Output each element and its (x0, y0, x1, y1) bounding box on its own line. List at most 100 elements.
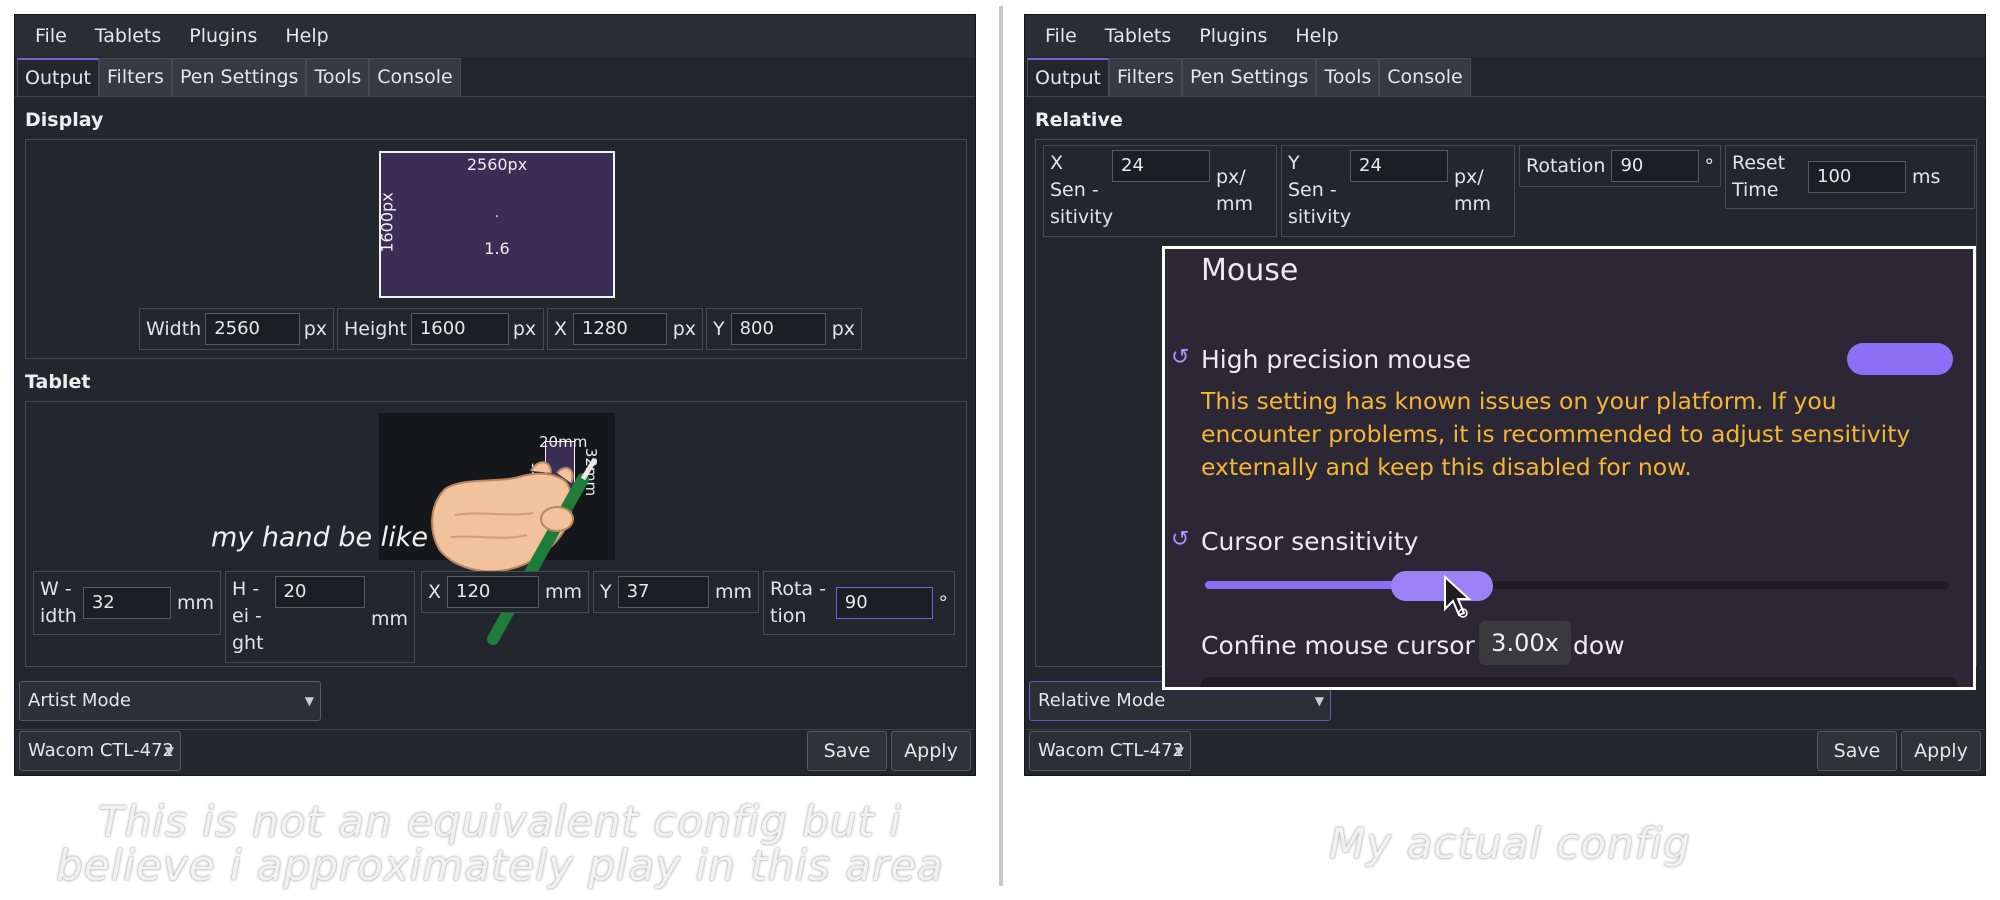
hand-holding-pen-image (431, 457, 598, 645)
tab-console[interactable]: Console (1379, 58, 1471, 96)
chevron-down-icon: ▼ (164, 744, 174, 758)
reset-time-unit: ms (1912, 166, 1941, 188)
display-width-label: 2560px (466, 155, 528, 174)
menu-help[interactable]: Help (1281, 15, 1352, 57)
display-section-title: Display (25, 109, 104, 131)
reset-time-text: Reset Time (1732, 152, 1786, 201)
device-select[interactable]: Wacom CTL-472 ▼ (19, 731, 181, 771)
tab-console[interactable]: Console (369, 58, 461, 96)
relative-rotation-field: Rotation 90 ° (1519, 145, 1721, 187)
display-x-text: X (554, 318, 568, 340)
reset-icon[interactable]: ↺ (1171, 527, 1189, 552)
tablet-rotation-field: Rota - tion 90 ° (763, 571, 955, 635)
tablet-height-input[interactable]: 20 (274, 576, 365, 608)
relative-rotation-input[interactable]: 90 (1611, 150, 1699, 182)
y-sensitivity-input[interactable]: 24 (1350, 150, 1448, 182)
tablet-x-field: X 120 mm (421, 571, 589, 613)
tablet-width-input[interactable]: 32 (82, 587, 171, 619)
display-y-input[interactable]: 800 (730, 313, 826, 345)
menu-file[interactable]: File (21, 15, 81, 57)
confine-cursor-label-tail: dow (1573, 631, 1625, 660)
tablet-x-input[interactable]: 120 (447, 576, 539, 608)
tablet-rotation-unit: ° (938, 592, 949, 614)
menu-tablets[interactable]: Tablets (81, 15, 175, 57)
tab-tools[interactable]: Tools (306, 58, 370, 96)
y-sensitivity-unit: px/ mm (1454, 166, 1492, 215)
left-config-window: File Tablets Plugins Help Output Filters… (14, 14, 976, 776)
menu-plugins[interactable]: Plugins (1185, 15, 1281, 57)
tab-pen-settings[interactable]: Pen Settings (1181, 58, 1317, 96)
y-sensitivity-text: Y Sen - sitivity (1288, 152, 1352, 228)
tablet-y-field: Y 37 mm (593, 571, 759, 613)
mode-select-value: Relative Mode (1038, 690, 1166, 711)
display-x-input[interactable]: 1280 (573, 313, 667, 345)
mouse-pointer-icon (1444, 575, 1472, 618)
tablet-width-unit: mm (176, 592, 214, 614)
menu-file[interactable]: File (1031, 15, 1091, 57)
confine-cursor-label: Confine mouse cursor (1201, 631, 1475, 660)
footer-divider (1025, 729, 1985, 730)
device-select[interactable]: Wacom CTL-472 ▼ (1029, 731, 1191, 771)
x-sensitivity-unit: px/ mm (1216, 166, 1254, 215)
reset-icon[interactable]: ↺ (1171, 345, 1189, 370)
tab-output[interactable]: Output (17, 58, 99, 96)
menubar: File Tablets Plugins Help (1025, 15, 1985, 57)
tablet-rotation-input[interactable]: 90 (835, 587, 933, 619)
mouse-settings-overlay: Mouse ↺ High precision mouse This settin… (1162, 246, 1976, 690)
display-ratio-label: 1.6 (484, 239, 510, 258)
high-precision-label: High precision mouse (1201, 345, 1472, 374)
display-x-unit: px (672, 318, 696, 340)
hand-caption: my hand be like (211, 522, 428, 553)
panel-divider (999, 6, 1003, 886)
menu-help[interactable]: Help (271, 15, 342, 57)
tablet-x-unit: mm (544, 581, 582, 603)
cursor-sensitivity-label: Cursor sensitivity (1201, 527, 1419, 556)
tablet-y-text: Y (600, 581, 612, 603)
display-y-unit: px (831, 318, 855, 340)
mode-select-value: Artist Mode (28, 690, 131, 711)
menubar: File Tablets Plugins Help (15, 15, 975, 57)
tab-filters[interactable]: Filters (1109, 58, 1182, 96)
cursor-sensitivity-thumb[interactable] (1391, 571, 1493, 601)
tab-output[interactable]: Output (1027, 58, 1109, 96)
tab-filters[interactable]: Filters (99, 58, 172, 96)
tab-bar: Output Filters Pen Settings Tools Consol… (1025, 57, 1985, 97)
menu-tablets[interactable]: Tablets (1091, 15, 1185, 57)
display-height-unit: px (512, 318, 537, 340)
cursor-sensitivity-fill (1205, 581, 1405, 589)
display-width-text: Width (146, 318, 202, 340)
tablet-y-input[interactable]: 37 (617, 576, 709, 608)
apply-button[interactable]: Apply (1901, 731, 1981, 771)
y-sensitivity-field: Y Sen - sitivity 24 px/ mm (1281, 145, 1515, 237)
tablet-x-text: X (428, 581, 442, 603)
apply-button[interactable]: Apply (891, 731, 971, 771)
mode-select[interactable]: Artist Mode ▼ (19, 681, 321, 721)
tab-pen-settings[interactable]: Pen Settings (171, 58, 307, 96)
display-area-preview[interactable]: 2560px 1600px . 1.6 (378, 151, 615, 298)
chevron-down-icon: ▼ (1174, 744, 1184, 758)
x-sensitivity-input[interactable]: 24 (1112, 150, 1210, 182)
high-precision-toggle[interactable] (1847, 343, 1953, 375)
display-x-field: X 1280 px (547, 308, 703, 350)
tablet-section-title: Tablet (25, 371, 91, 393)
footer-divider (15, 729, 975, 730)
display-height-text: Height (344, 318, 407, 340)
tablet-width-field: W - idth 32 mm (33, 571, 221, 635)
device-select-value: Wacom CTL-472 (28, 740, 174, 761)
tablet-height-unit: mm (370, 608, 408, 630)
reset-time-input[interactable]: 100 (1808, 161, 1906, 193)
tab-tools[interactable]: Tools (1316, 58, 1380, 96)
confine-cursor-control[interactable] (1201, 677, 1957, 687)
mouse-heading: Mouse (1201, 253, 1299, 288)
display-width-unit: px (303, 318, 327, 340)
device-select-value: Wacom CTL-472 (1038, 740, 1184, 761)
display-height-input[interactable]: 1600 (410, 313, 509, 345)
menu-plugins[interactable]: Plugins (175, 15, 271, 57)
tablet-area-width-label: 20mm (539, 433, 588, 451)
relative-section-title: Relative (1035, 109, 1123, 131)
save-button[interactable]: Save (1817, 731, 1897, 771)
display-width-input[interactable]: 2560 (205, 313, 300, 345)
sensitivity-tooltip: 3.00x (1479, 621, 1571, 665)
chevron-down-icon: ▼ (304, 694, 314, 708)
save-button[interactable]: Save (807, 731, 887, 771)
